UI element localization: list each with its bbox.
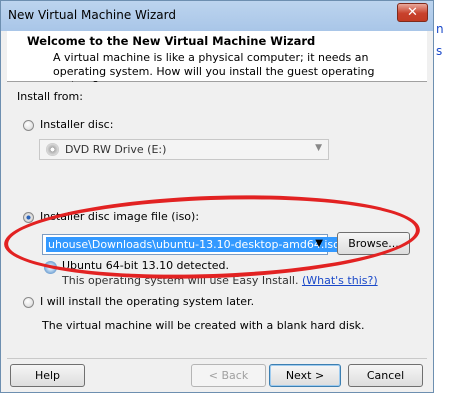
close-icon: ✕ bbox=[407, 5, 418, 20]
install-from-label: Install from: bbox=[17, 90, 83, 103]
close-button[interactable]: ✕ bbox=[397, 3, 428, 22]
wizard-header: Welcome to the New Virtual Machine Wizar… bbox=[7, 31, 427, 92]
installer-disc-radio[interactable] bbox=[23, 120, 34, 131]
background-desktop: n s bbox=[434, 0, 468, 395]
cancel-button[interactable]: Cancel bbox=[348, 364, 423, 387]
background-text-fragment: n bbox=[436, 22, 444, 36]
next-button[interactable]: Next > bbox=[269, 364, 341, 387]
window-title: New Virtual Machine Wizard bbox=[8, 8, 176, 22]
disc-drive-value: DVD RW Drive (E:) bbox=[65, 143, 167, 156]
help-button[interactable]: Help bbox=[10, 364, 85, 387]
install-later-label[interactable]: I will install the operating system late… bbox=[40, 295, 254, 308]
disc-drive-select[interactable]: DVD RW Drive (E:) ▼ bbox=[39, 139, 329, 160]
chevron-down-icon: ▼ bbox=[315, 143, 322, 153]
install-later-description: The virtual machine will be created with… bbox=[42, 319, 365, 332]
title-bar[interactable]: New Virtual Machine Wizard ✕ bbox=[1, 1, 433, 31]
installer-disc-label[interactable]: Installer disc: bbox=[40, 118, 113, 131]
install-later-radio[interactable] bbox=[23, 297, 34, 308]
back-button[interactable]: < Back bbox=[191, 364, 266, 387]
whats-this-link[interactable]: (What's this?) bbox=[302, 274, 378, 287]
page-title: Welcome to the New Virtual Machine Wizar… bbox=[27, 34, 316, 48]
background-text-fragment: s bbox=[436, 44, 443, 58]
disc-icon bbox=[46, 143, 59, 156]
footer-divider bbox=[7, 358, 427, 359]
